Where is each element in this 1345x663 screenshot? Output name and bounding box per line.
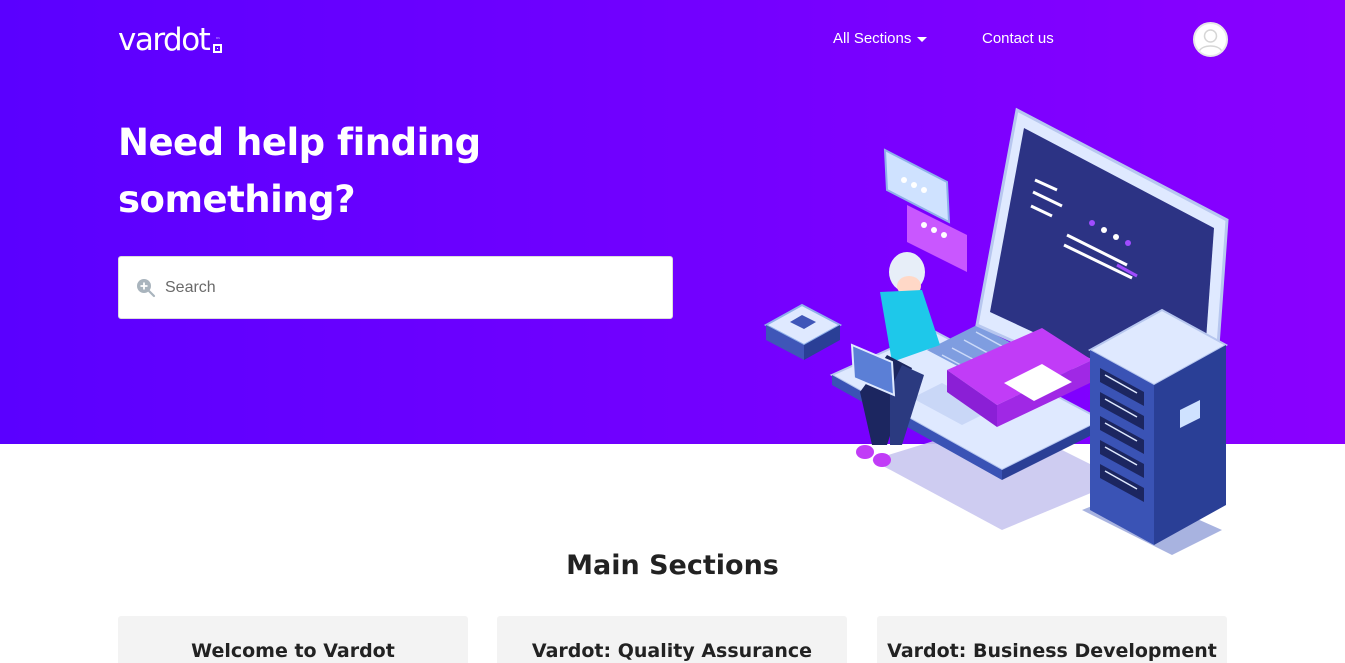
logo-text: vardot: [118, 22, 211, 58]
vardot-logo[interactable]: vardot ™: [118, 22, 223, 58]
contact-us-link[interactable]: Contact us: [982, 29, 1054, 49]
user-avatar-icon: [1198, 29, 1223, 53]
section-card-title: Vardot: Quality Assurance: [531, 640, 813, 662]
hero-title: Need help finding something?: [118, 121, 481, 221]
all-sections-label: All Sections: [833, 30, 912, 47]
section-card-quality-assurance[interactable]: Vardot: Quality Assurance: [497, 616, 847, 663]
logo-square-icon: [213, 44, 223, 53]
section-card-welcome[interactable]: Welcome to Vardot: [118, 616, 468, 663]
user-avatar[interactable]: [1193, 22, 1228, 57]
help-desk-illustration: [763, 107, 1229, 555]
main-sections-heading: Main Sections: [566, 550, 779, 581]
caret-down-icon: [917, 36, 928, 42]
hero-banner: vardot ™ All Sections Contact us Need he…: [0, 0, 1345, 555]
search-input[interactable]: [165, 267, 645, 308]
search-box[interactable]: [118, 256, 673, 319]
search-icon: [137, 278, 156, 297]
all-sections-dropdown[interactable]: All Sections: [833, 29, 928, 49]
section-card-business-development[interactable]: Vardot: Business Development: [877, 616, 1227, 663]
section-card-title: Welcome to Vardot: [191, 640, 395, 662]
section-card-title: Vardot: Business Development: [887, 640, 1217, 662]
